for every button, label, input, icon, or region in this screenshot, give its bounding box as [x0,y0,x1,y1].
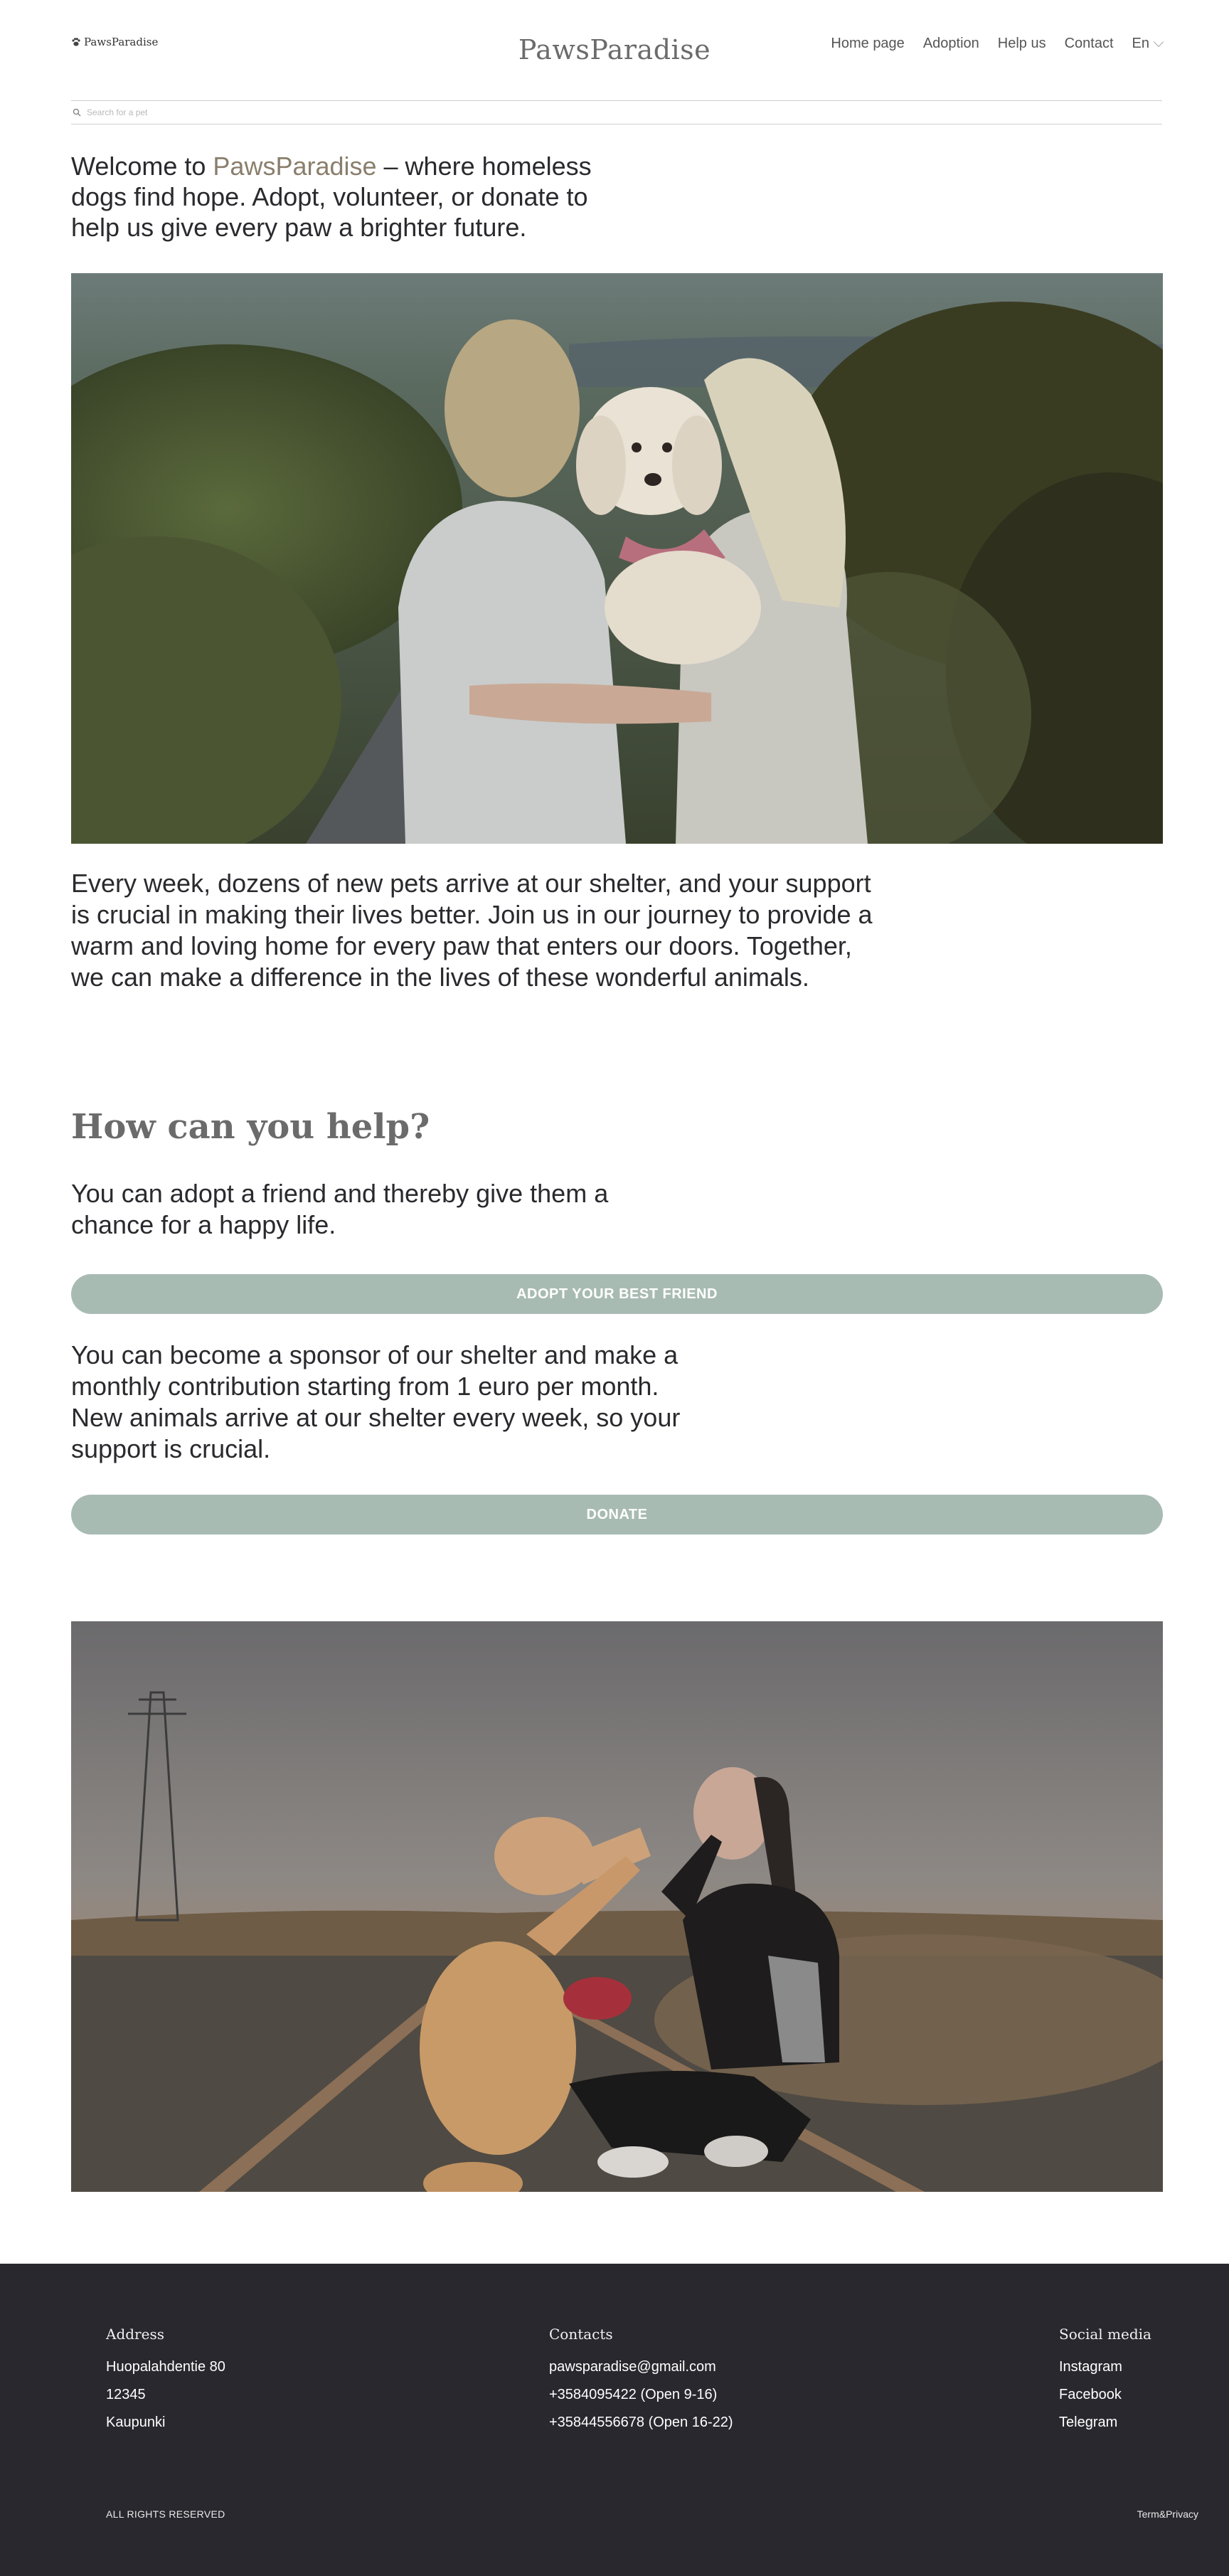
search-bar [71,100,1162,124]
welcome-text: Welcome to PawsParadise – where homeless… [71,151,612,243]
main-nav: Home page Adoption Help us Contact En [831,36,1164,52]
footer-address-title: Address [106,2326,164,2343]
header: PawsParadise PawsParadise Home page Adop… [0,0,1229,92]
sponsor-paragraph: You can become a sponsor of our shelter … [71,1340,681,1463]
dog-high-five-photo [71,1621,1163,2192]
footer-address: Address Huopalahdentie 80 12345 Kaupunki [106,2326,225,2442]
terms-link[interactable]: Term&Privacy [1137,2508,1198,2520]
nav-home[interactable]: Home page [831,36,904,52]
help-section-title: How can you help? [71,1107,430,1147]
instagram-link[interactable]: Instagram [1059,2358,1151,2375]
footer-phone-link[interactable]: +35844556678 (Open 16-22) [549,2414,733,2431]
footer-social: Social media Instagram Facebook Telegram [1059,2326,1151,2442]
donate-button[interactable]: DONATE [71,1495,1163,1535]
footer-address-line: Kaupunki [106,2415,166,2430]
nav-adoption[interactable]: Adoption [923,36,979,52]
language-label: En [1132,36,1149,51]
language-selector[interactable]: En [1132,36,1164,52]
search-input[interactable] [87,107,371,117]
nav-help-us[interactable]: Help us [998,36,1046,52]
footer-address-line: Huopalahdentie 80 [106,2359,225,2375]
footer-phone-link[interactable]: +3584095422 (Open 9-16) [549,2386,733,2403]
facebook-link[interactable]: Facebook [1059,2386,1151,2403]
nav-contact[interactable]: Contact [1065,36,1114,52]
rights-text: ALL RIGHTS RESERVED [106,2508,225,2520]
intro-paragraph: Every week, dozens of new pets arrive at… [71,869,873,992]
adopt-paragraph: You can adopt a friend and thereby give … [71,1179,609,1239]
footer-social-title: Social media [1059,2326,1151,2343]
footer: Address Huopalahdentie 80 12345 Kaupunki… [0,2264,1229,2576]
footer-contacts: Contacts pawsparadise@gmail.com +3584095… [549,2326,733,2442]
footer-address-line: 12345 [106,2387,146,2402]
telegram-link[interactable]: Telegram [1059,2414,1151,2431]
welcome-brand: PawsParadise [213,152,377,181]
footer-contacts-title: Contacts [549,2326,613,2343]
chevron-down-icon [1153,36,1164,48]
welcome-prefix: Welcome to [71,152,213,181]
search-icon [73,108,81,117]
hero-photo [71,273,1163,844]
footer-email-link[interactable]: pawsparadise@gmail.com [549,2358,733,2375]
adopt-button[interactable]: ADOPT YOUR BEST FRIEND [71,1274,1163,1314]
